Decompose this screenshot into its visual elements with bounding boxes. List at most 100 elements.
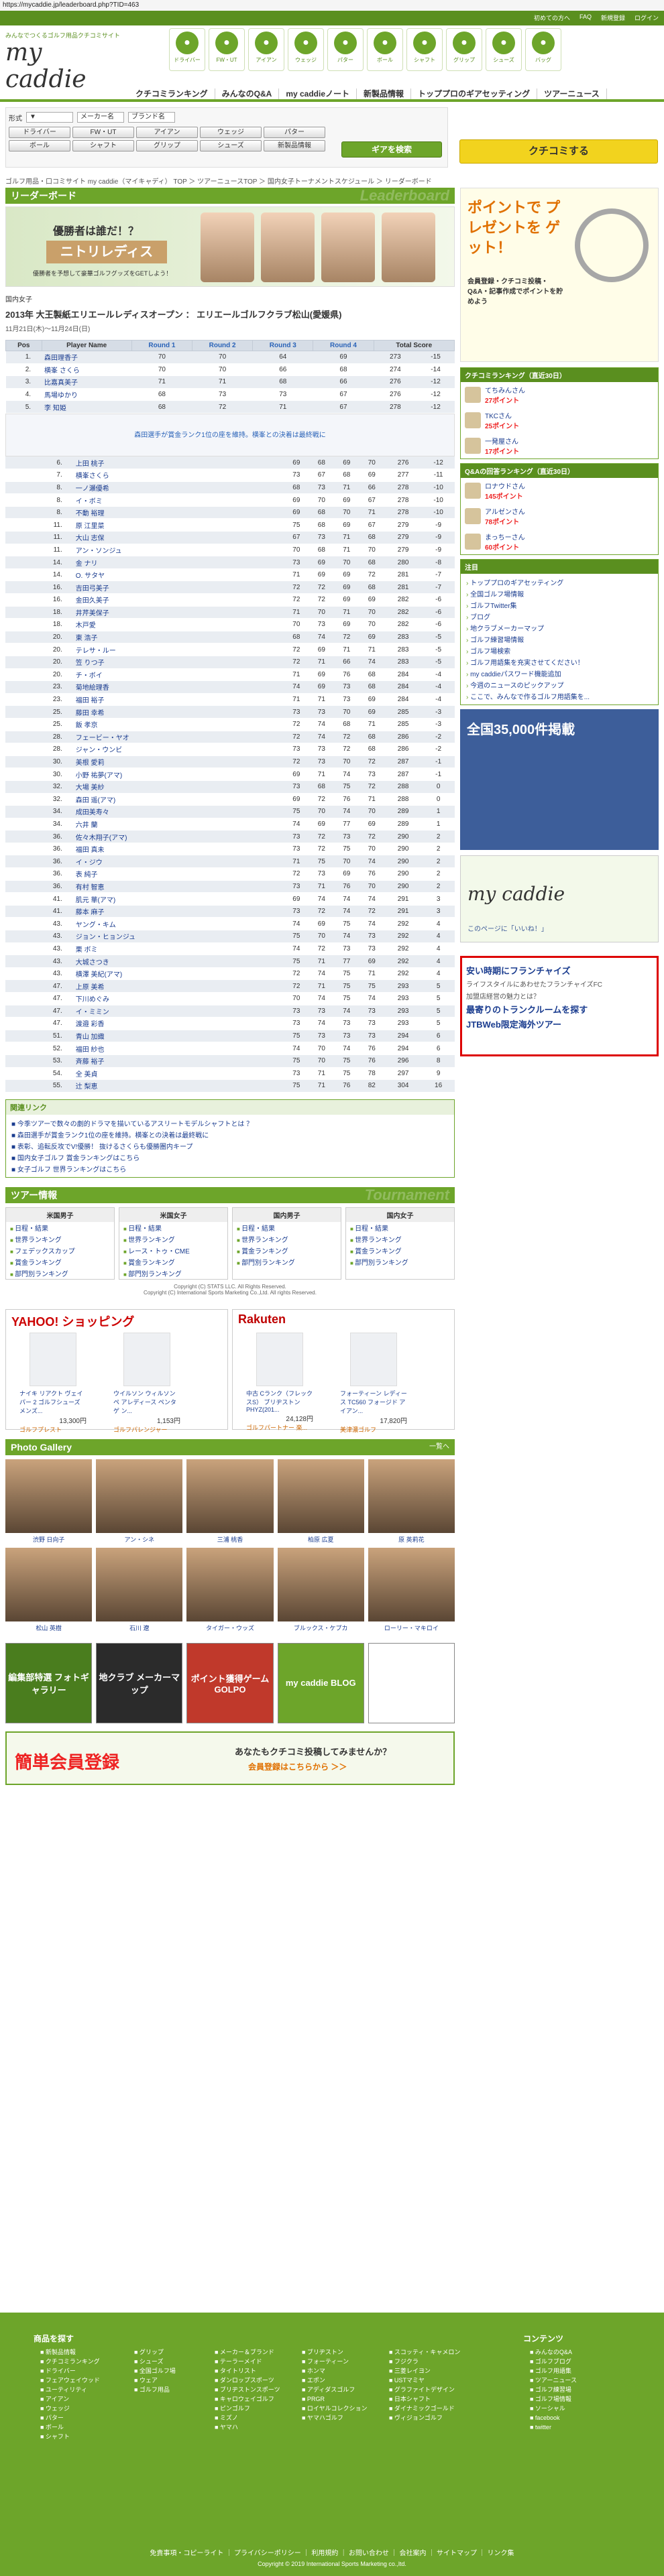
golf-course-ad[interactable]: 全国35,000件掲載 <box>460 709 659 850</box>
player-name[interactable]: 横澤 美紀(アマ) <box>72 967 284 981</box>
player-name[interactable]: ジョン・ヒョンジュ <box>72 930 284 943</box>
photo-caption[interactable]: ブルックス・ケプカ <box>278 1623 364 1632</box>
nav-icon-2[interactable]: ● アイアン <box>248 28 284 71</box>
user-name[interactable]: アルゼンさん <box>485 506 525 516</box>
photo-item[interactable]: 松山 英樹 <box>5 1547 93 1632</box>
player-name[interactable]: 井芹美保子 <box>72 606 284 619</box>
ranking-row[interactable]: まっちーさん 60ポイント <box>461 529 658 554</box>
photo-caption[interactable]: 渋野 日向子 <box>5 1535 92 1544</box>
player-name[interactable]: 福田 裕子 <box>72 693 284 707</box>
footer-link[interactable]: ■ 新製品情報 <box>40 2347 100 2357</box>
player-name[interactable]: 成田美寿々 <box>72 805 284 818</box>
footer-link[interactable]: ■ ミズノ <box>215 2413 280 2422</box>
footer-link[interactable]: ■ ダンロップスポーツ <box>215 2376 280 2385</box>
footer-link[interactable]: ■ facebook <box>530 2413 577 2422</box>
top-link[interactable]: 新規登録 <box>601 13 625 22</box>
table-header[interactable]: Pos <box>5 340 42 351</box>
player-name[interactable]: 李 知姫 <box>42 400 132 414</box>
footer-link[interactable]: ■ エポン <box>302 2376 368 2385</box>
footer-link[interactable]: ■ フェアウェイウッド <box>40 2376 100 2385</box>
bottom-banner[interactable] <box>368 1642 455 1723</box>
product-store[interactable]: 美津濃ゴルフ <box>340 1425 407 1434</box>
player-name[interactable]: アン・ソンジュ <box>72 544 284 557</box>
main-nav-item[interactable]: my caddieノート <box>279 88 357 99</box>
maker-select[interactable]: メーカー名 <box>77 112 124 123</box>
player-name[interactable]: 辻 梨恵 <box>72 1079 284 1093</box>
player-name[interactable]: イ・ジウ <box>72 855 284 869</box>
tour-link[interactable]: 世界ランキング <box>233 1233 341 1245</box>
related-link[interactable]: ■ 森田選手が賞金ランク1位の座を維持。横峯との決着は最終戦に <box>6 1129 454 1140</box>
player-name[interactable]: 馬場ゆかり <box>42 388 132 402</box>
user-name[interactable]: TKCさん <box>485 410 519 420</box>
user-name[interactable]: ロナウドさん <box>485 481 525 491</box>
sidebar-menu-item[interactable]: 今週のニュースのピックアップ <box>461 679 658 690</box>
player-name[interactable]: 金 ナリ <box>72 556 284 569</box>
table-header[interactable]: Total Score <box>373 340 455 351</box>
photo-caption[interactable]: 松山 英樹 <box>5 1623 92 1632</box>
player-name[interactable]: フェービー・ヤオ <box>72 731 284 744</box>
photo-caption[interactable]: 三浦 桃香 <box>186 1535 273 1544</box>
player-name[interactable]: 藤田 幸希 <box>72 705 284 719</box>
sidebar-menu-item[interactable]: ここで、みんなで作るゴルフ用語集を... <box>461 690 658 702</box>
url-bar[interactable]: https://mycaddie.jp/leaderboard.php?TID=… <box>0 0 664 11</box>
player-name[interactable]: 表 純子 <box>72 867 284 881</box>
photo-item[interactable]: タイガー・ウッズ <box>186 1547 274 1632</box>
tour-link[interactable]: 部門別ランキング <box>346 1256 454 1268</box>
site-logo[interactable]: みんなでつくるゴルフ用品クチコミサイト my caddie <box>5 31 126 93</box>
fb-like-text[interactable]: このページに「いいね！」 <box>467 923 548 933</box>
table-header[interactable]: Round 1 <box>131 340 193 351</box>
photo-item[interactable]: 三浦 桃香 <box>186 1459 274 1544</box>
player-name[interactable]: 六井 蘭 <box>72 818 284 831</box>
player-name[interactable]: 森田理香子 <box>42 351 132 364</box>
player-name[interactable]: 吉田弓美子 <box>72 580 284 594</box>
sidebar-menu-item[interactable]: ゴルフ場検索 <box>461 645 658 656</box>
footer-link[interactable]: ■ ロイヤルコレクション <box>302 2404 368 2413</box>
bottom-banner[interactable]: my caddie BLOG <box>277 1642 364 1723</box>
nav-icon-1[interactable]: ● FW・UT <box>209 28 245 71</box>
player-name[interactable]: 福田 紗也 <box>72 1042 284 1055</box>
sidebar-menu-item[interactable]: 地クラブメーカーマップ <box>461 622 658 633</box>
footer-links[interactable]: 免責事項・コピーライト ｜ プライバシーポリシー ｜ 利用規約 ｜ お問い合わせ… <box>0 2547 664 2557</box>
tour-link[interactable]: レース・トゥ・CME <box>119 1245 227 1256</box>
footer-link[interactable]: ■ みんなのQ&A <box>530 2347 577 2357</box>
footer-link[interactable]: ■ シャフト <box>40 2432 100 2441</box>
nav-icon-0[interactable]: ● ドライバー <box>169 28 205 71</box>
player-name[interactable]: 福田 真未 <box>72 843 284 856</box>
footer-link[interactable]: ■ ゴルフ練習場 <box>530 2385 577 2394</box>
photo-caption[interactable]: 石川 遼 <box>96 1623 182 1632</box>
tour-link[interactable]: 世界ランキング <box>6 1233 114 1245</box>
footer-link[interactable]: ■ フォーティーン <box>302 2357 368 2366</box>
player-name[interactable]: 肌元 華(アマ) <box>72 892 284 906</box>
player-name[interactable]: 全 美貞 <box>72 1067 284 1081</box>
nav-icon-7[interactable]: ● グリップ <box>446 28 482 71</box>
player-name[interactable]: 横峯 さくら <box>42 363 132 377</box>
user-name[interactable]: 一発屋さん <box>485 436 519 446</box>
player-name[interactable]: O. サタヤ <box>72 568 284 582</box>
category-button[interactable]: パター <box>264 127 325 138</box>
tour-link[interactable]: 日程・結果 <box>233 1222 341 1233</box>
footer-link[interactable]: ■ メーカー＆ブランド <box>215 2347 280 2357</box>
player-name[interactable]: 森田 遥(アマ) <box>72 793 284 806</box>
footer-link[interactable]: ■ 日本シャフト <box>389 2394 460 2404</box>
player-name[interactable]: 飯 孝京 <box>72 718 284 731</box>
player-name[interactable]: 有村 智恵 <box>72 880 284 894</box>
user-name[interactable]: まっちーさん <box>485 532 525 542</box>
table-header[interactable]: Round 2 <box>192 340 254 351</box>
sidebar-menu-item[interactable]: my caddieパスワード機能追加 <box>461 668 658 679</box>
footer-link[interactable]: ■ アイアン <box>40 2394 100 2404</box>
player-name[interactable]: 上田 桃子 <box>72 456 284 470</box>
related-link[interactable]: ■ 今季ツアーで数々の劇的ドラマを描いているアスリートモデルシャフトとは ？ <box>6 1117 454 1129</box>
footer-link[interactable]: ■ twitter <box>530 2422 577 2432</box>
footer-link[interactable]: ■ 三菱レイヨン <box>389 2366 460 2376</box>
player-name[interactable]: 木戸愛 <box>72 618 284 631</box>
footer-link[interactable]: ■ ウェッジ <box>40 2404 100 2413</box>
main-nav-item[interactable]: クチコミランキング <box>129 88 215 99</box>
tour-link[interactable]: 世界ランキング <box>119 1233 227 1245</box>
footer-link[interactable]: ■ USTマミヤ <box>389 2376 460 2385</box>
footer-link[interactable]: ■ スコッティ・キャメロン <box>389 2347 460 2357</box>
footer-link[interactable]: ■ グリップ <box>134 2347 176 2357</box>
table-header[interactable]: Player Name <box>41 340 132 351</box>
footer-link[interactable]: ■ アディダスゴルフ <box>302 2385 368 2394</box>
tour-link[interactable]: 賞金ランキング <box>6 1256 114 1268</box>
category-button[interactable]: シャフト <box>72 140 134 151</box>
